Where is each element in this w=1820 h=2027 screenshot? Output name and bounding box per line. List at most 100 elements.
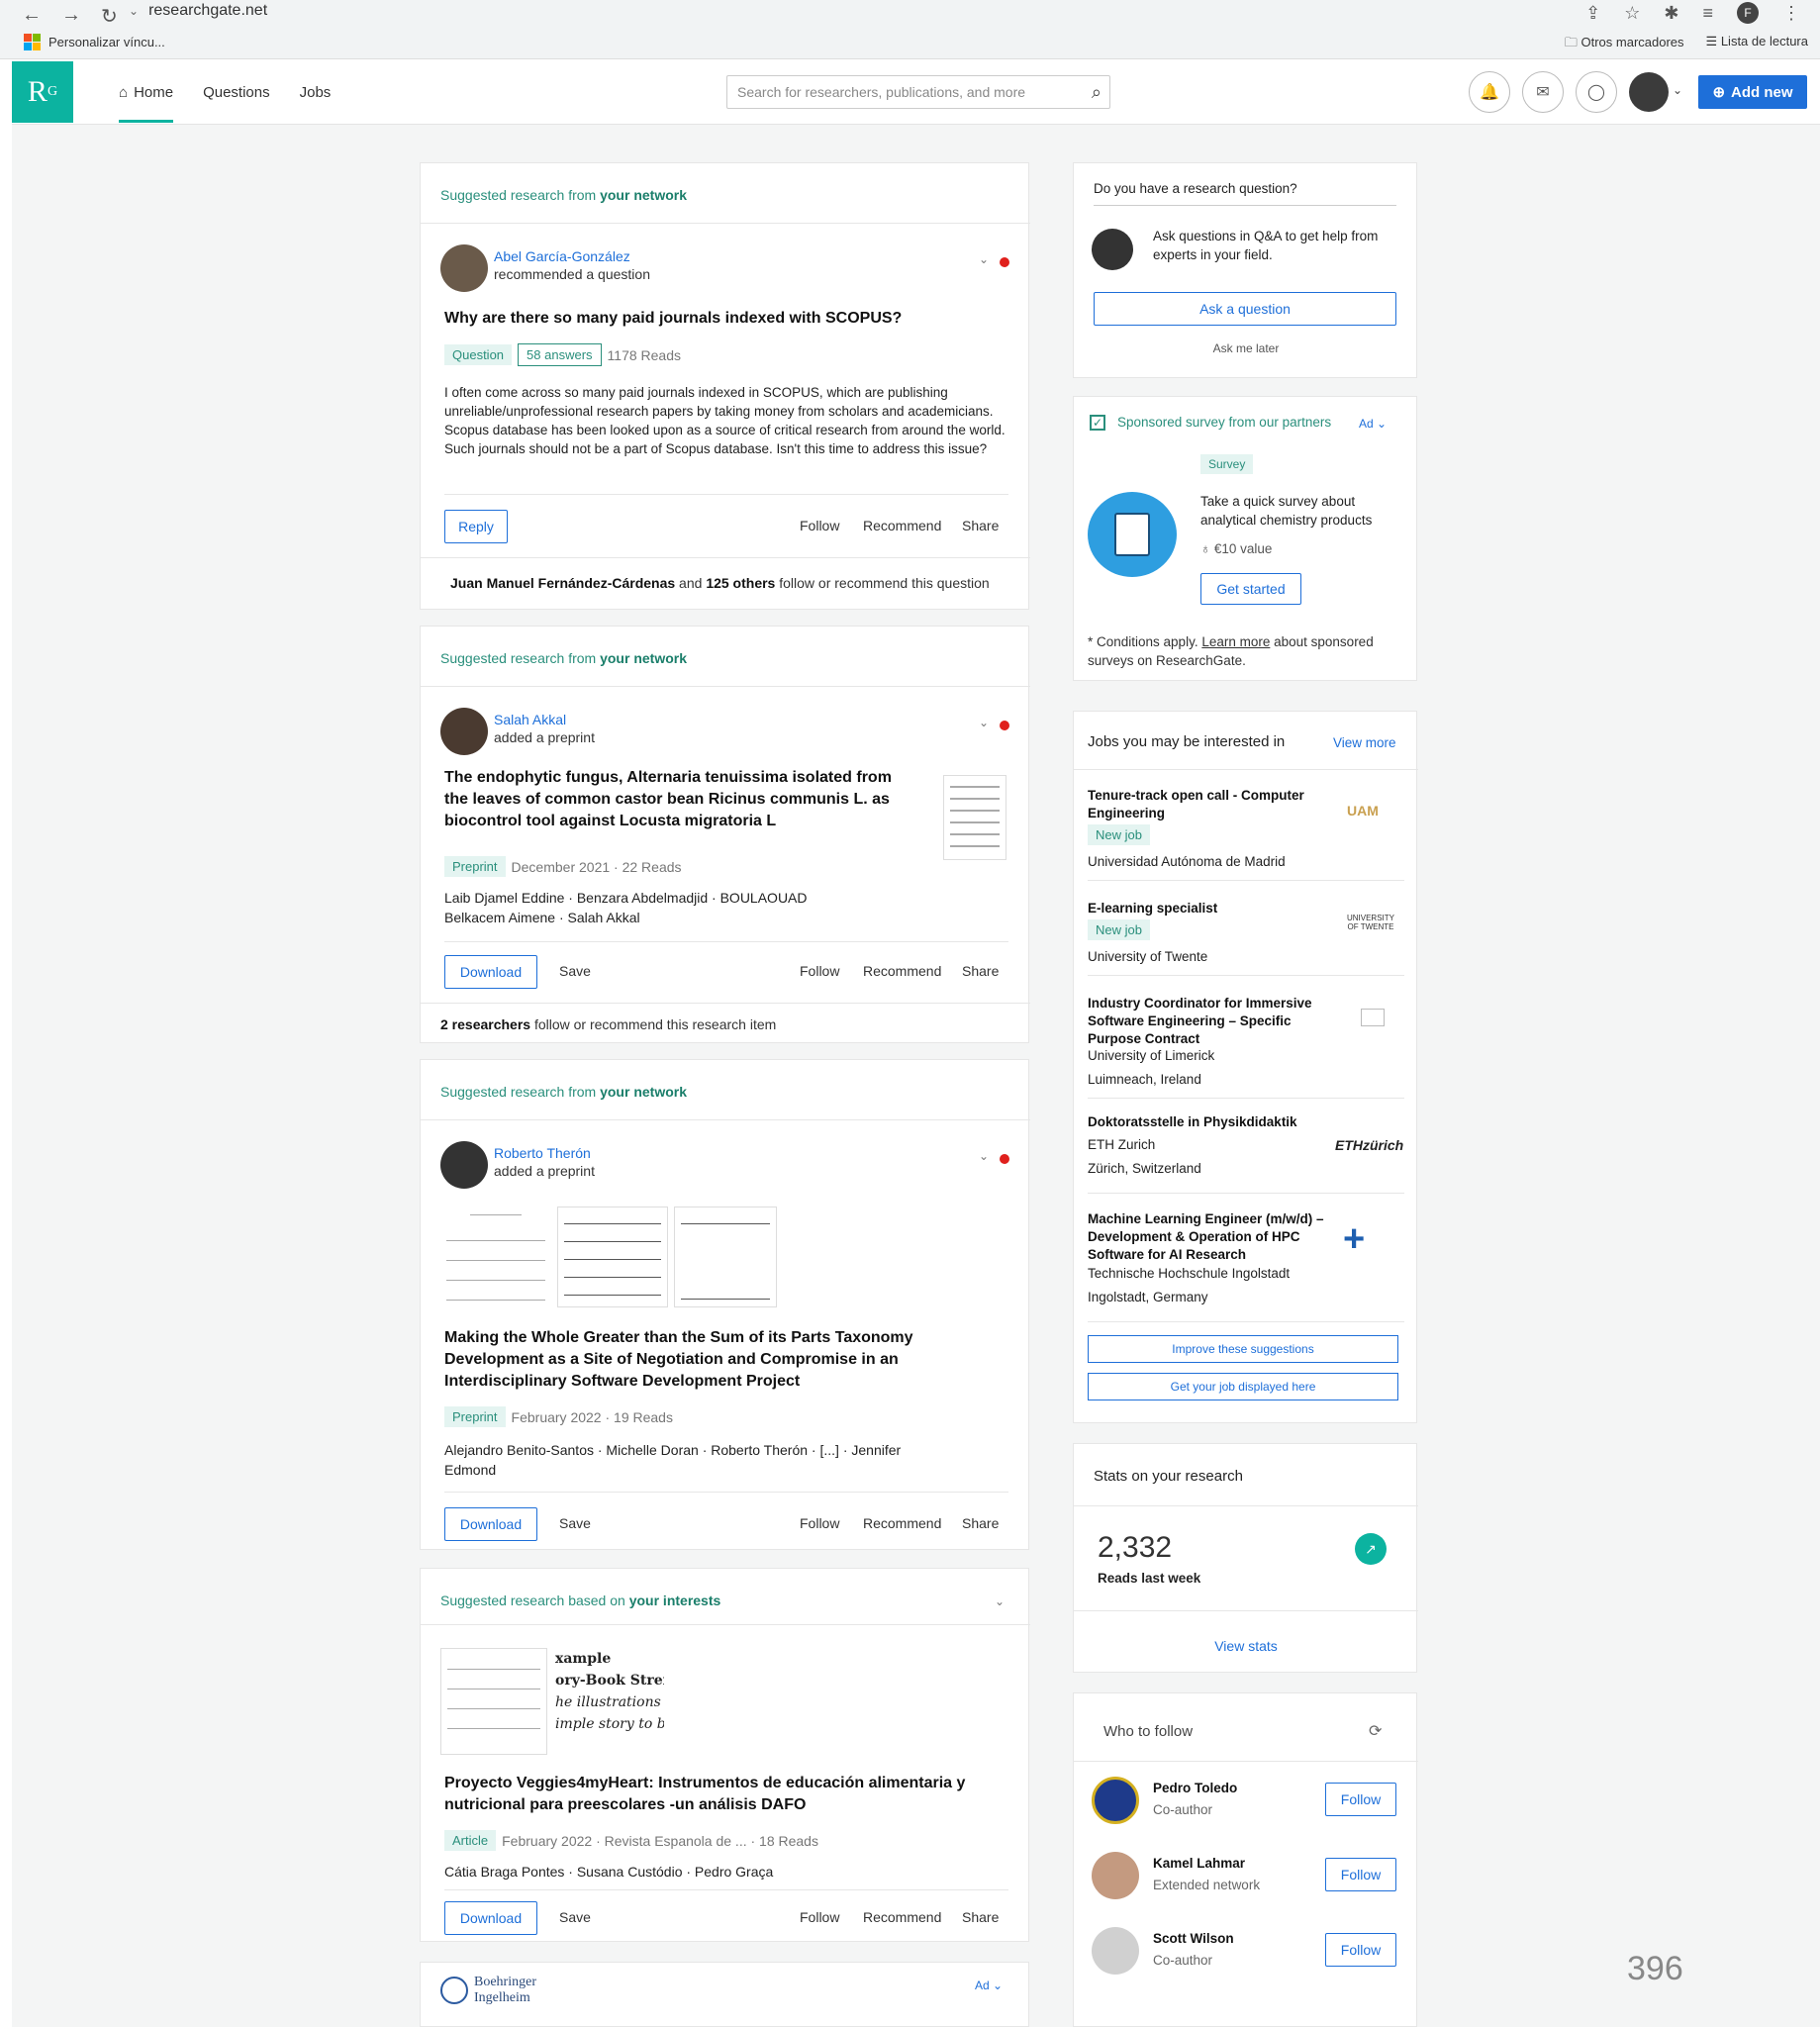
avatar[interactable] [1092, 1777, 1139, 1824]
share-button[interactable]: Share [962, 1515, 999, 1531]
author-list[interactable]: Cátia Braga Pontes · Susana Custódio · P… [444, 1862, 773, 1882]
footer-name[interactable]: Juan Manuel Fernández-Cárdenas [450, 575, 675, 591]
post-title[interactable]: The endophytic fungus, Alternaria tenuis… [444, 767, 910, 832]
person-name[interactable]: Pedro Toledo [1153, 1781, 1237, 1795]
author-list[interactable]: Edmond [444, 1460, 496, 1480]
ad-label[interactable]: Ad ⌄ [975, 1979, 1003, 1992]
chat-icon[interactable]: ◯ [1576, 71, 1617, 113]
share-button[interactable]: Share [962, 1909, 999, 1925]
notifications-icon[interactable]: 🔔 [1469, 71, 1510, 113]
user-name[interactable]: Salah Akkal [494, 712, 566, 727]
save-button[interactable]: Save [559, 1909, 591, 1925]
ask-later-link[interactable]: Ask me later [1074, 341, 1418, 355]
figure-thumbnail-table[interactable] [440, 1648, 547, 1755]
view-more-link[interactable]: View more [1333, 735, 1396, 750]
follow-button[interactable]: Follow [800, 518, 839, 533]
save-button[interactable]: Save [559, 963, 591, 979]
star-icon[interactable]: ☆ [1624, 3, 1640, 24]
user-avatar[interactable] [1629, 72, 1669, 112]
figure-thumbnail-diagram[interactable] [440, 1201, 551, 1307]
sugg-bold[interactable]: your network [600, 187, 687, 203]
download-button[interactable]: Download [444, 955, 537, 989]
avatar[interactable] [1092, 1927, 1139, 1975]
nav-questions[interactable]: Questions [203, 84, 270, 101]
search-icon[interactable]: ⌕ [1092, 82, 1102, 103]
recommend-button[interactable]: Recommend [863, 963, 941, 979]
profile-icon[interactable]: F [1737, 2, 1759, 24]
job-title[interactable]: Industry Coordinator for Immersive Softw… [1088, 995, 1325, 1048]
job-title[interactable]: Doktoratsstelle in Physikdidaktik [1088, 1113, 1325, 1131]
footer-bold[interactable]: 2 researchers [440, 1016, 530, 1032]
ad-card[interactable]: Boehringer Ingelheim Ad ⌄ [420, 1962, 1029, 2027]
share-icon[interactable]: ⇪ [1585, 3, 1600, 24]
sugg-bold[interactable]: your interests [629, 1593, 721, 1608]
reload-icon[interactable]: ↻ [101, 4, 118, 29]
download-button[interactable]: Download [444, 1901, 537, 1935]
job-title[interactable]: Machine Learning Engineer (m/w/d) – Deve… [1088, 1210, 1325, 1264]
improve-suggestions-button[interactable]: Improve these suggestions [1088, 1335, 1398, 1363]
chevron-down-icon[interactable]: ⌄ [995, 1594, 1005, 1608]
get-started-button[interactable]: Get started [1200, 573, 1301, 605]
download-button[interactable]: Download [444, 1507, 537, 1541]
search-input[interactable]: Search for researchers, publications, an… [726, 75, 1110, 109]
extensions-icon[interactable]: ✱ [1664, 3, 1678, 24]
chevron-down-icon[interactable]: ⌄ [1673, 83, 1682, 97]
avatar[interactable] [1092, 1852, 1139, 1899]
back-icon[interactable]: ← [22, 4, 42, 29]
figure-thumbnail-table[interactable] [557, 1207, 668, 1307]
follow-button[interactable]: Follow [800, 1515, 839, 1531]
ask-question-button[interactable]: Ask a question [1094, 292, 1396, 326]
recommend-button[interactable]: Recommend [863, 1909, 941, 1925]
sugg-bold[interactable]: your network [600, 1084, 687, 1100]
menu-icon[interactable]: ⋮ [1782, 3, 1800, 24]
person-name[interactable]: Kamel Lahmar [1153, 1856, 1245, 1871]
share-button[interactable]: Share [962, 963, 999, 979]
answers-badge[interactable]: 58 answers [518, 343, 602, 366]
author-list[interactable]: Laib Djamel Eddine · Benzara Abdelmadjid… [444, 888, 808, 908]
bookmark-personalizar[interactable]: Personalizar víncu... [24, 34, 165, 50]
author-list[interactable]: Belkacem Aimene · Salah Akkal [444, 908, 640, 927]
author-list[interactable]: Alejandro Benito-Santos · Michelle Doran… [444, 1440, 901, 1460]
chevron-down-icon[interactable]: ⌄ [979, 716, 989, 729]
reading-list-icon[interactable]: ≡ [1702, 3, 1713, 24]
view-stats-link[interactable]: View stats [1074, 1638, 1418, 1654]
bookmark-reading[interactable]: ☰ Lista de lectura [1706, 34, 1808, 55]
avatar[interactable] [440, 244, 488, 292]
researchgate-logo[interactable]: RG [12, 61, 73, 123]
job-title[interactable]: Tenure-track open call - Computer Engine… [1088, 787, 1325, 822]
reply-button[interactable]: Reply [444, 510, 508, 543]
bookmark-others[interactable]: 🗀 Otros marcadores [1565, 34, 1684, 55]
chevron-down-icon[interactable]: ⌄ [979, 252, 989, 266]
sugg-bold[interactable]: your network [600, 650, 687, 666]
follow-button[interactable]: Follow [800, 1909, 839, 1925]
save-button[interactable]: Save [559, 1515, 591, 1531]
person-name[interactable]: Scott Wilson [1153, 1931, 1234, 1946]
job-title[interactable]: E-learning specialist [1088, 900, 1325, 917]
avatar[interactable] [440, 1141, 488, 1189]
ad-label[interactable]: Ad ⌄ [1359, 417, 1387, 431]
user-name[interactable]: Abel García-González [494, 248, 630, 264]
add-new-button[interactable]: ⊕ Add new [1698, 75, 1807, 109]
figure-thumbnail-table[interactable] [674, 1207, 777, 1307]
forward-icon[interactable]: → [61, 4, 81, 29]
recommend-button[interactable]: Recommend [863, 1515, 941, 1531]
post-title[interactable]: Making the Whole Greater than the Sum of… [444, 1327, 1008, 1393]
share-button[interactable]: Share [962, 518, 999, 533]
follow-button[interactable]: Follow [1325, 1783, 1396, 1816]
figure-thumbnail-text[interactable]: xample ory-Book Stren he illustrations i… [555, 1648, 664, 1747]
nav-jobs[interactable]: Jobs [300, 84, 332, 101]
learn-more-link[interactable]: Learn more [1201, 634, 1270, 649]
address-bar[interactable]: ⌄ researchgate.net [129, 2, 267, 20]
refresh-icon[interactable]: ⟳ [1369, 1721, 1382, 1741]
nav-home[interactable]: ⌂ Home [119, 61, 174, 123]
chevron-down-icon[interactable]: ⌄ [979, 1149, 989, 1163]
follow-button[interactable]: Follow [800, 963, 839, 979]
user-name[interactable]: Roberto Therón [494, 1145, 591, 1161]
follow-button[interactable]: Follow [1325, 1933, 1396, 1967]
footer-count[interactable]: 125 others [706, 575, 775, 591]
follow-button[interactable]: Follow [1325, 1858, 1396, 1891]
messages-icon[interactable]: ✉ [1522, 71, 1564, 113]
avatar[interactable] [440, 708, 488, 755]
post-title[interactable]: Why are there so many paid journals inde… [444, 308, 1008, 330]
recommend-button[interactable]: Recommend [863, 518, 941, 533]
